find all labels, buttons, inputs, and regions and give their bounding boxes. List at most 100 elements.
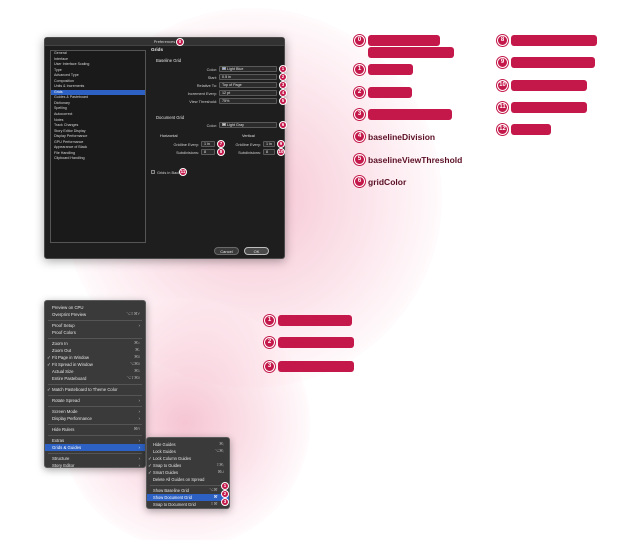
badge-11: 11 <box>179 168 187 176</box>
menu-proof-setup[interactable]: Proof Setup › <box>45 322 145 329</box>
h-gridline-field[interactable]: 1 in <box>201 141 215 147</box>
menu-separator <box>48 394 142 396</box>
menu-fit-spread[interactable]: ✓ Fit Spread in Window ⌥⌘0 <box>45 361 145 368</box>
menu-legend-item-2: 2 <box>264 337 354 348</box>
submenu-show-baseline-grid[interactable]: Show Baseline Grid ⌥⌘' <box>147 487 229 494</box>
baseline-threshold-label: View Threshold: <box>189 99 217 104</box>
menu-match-pasteboard[interactable]: ✓ Match Pasteboard to Theme Color <box>45 386 145 393</box>
dialog-titlebar: Preferences <box>45 38 284 46</box>
h-subdiv-label: Subdivisions: <box>176 150 199 155</box>
grids-pane: Grids Baseline Grid Color: Light Blue 1 … <box>151 47 287 255</box>
baseline-threshold-field[interactable]: 75% <box>219 98 277 104</box>
badge-7: 7 <box>217 140 225 148</box>
menu-rotate-spread[interactable]: Rotate Spread › <box>45 397 145 404</box>
baseline-start-field[interactable]: 0.5 in <box>219 74 277 80</box>
baseline-color-label: Color: <box>206 67 217 72</box>
badge-menu-3: 3 <box>221 498 229 506</box>
category-clipboard[interactable]: Clipboard Handling <box>51 156 145 162</box>
menu-hide-rulers[interactable]: Hide Rulers ⌘R <box>45 426 145 433</box>
baseline-relative-dropdown[interactable]: Top of Page <box>219 82 277 88</box>
baseline-color-dropdown[interactable]: Light Blue <box>219 66 277 72</box>
baseline-grid-heading: Baseline Grid <box>156 58 182 63</box>
legend-item-0b <box>354 47 454 58</box>
legend-label-bar <box>278 361 354 372</box>
v-gridline-field[interactable]: 1 in <box>263 141 275 147</box>
submenu-hide-guides[interactable]: Hide Guides ⌘; <box>147 441 229 448</box>
menu-separator <box>48 383 142 385</box>
submenu-lock-column-guides[interactable]: ✓ Lock Column Guides <box>147 455 229 462</box>
legend-item-11: 12 <box>497 124 551 135</box>
menu-zoom-in[interactable]: Zoom In ⌘= <box>45 340 145 347</box>
menu-legend-badge-3: 3 <box>264 361 275 372</box>
menu-separator <box>48 405 142 407</box>
document-color-label: Color: <box>206 123 217 128</box>
horizontal-heading: Horizontal <box>160 133 178 138</box>
legend-badge-6: 6 <box>354 176 365 187</box>
legend-label-bar <box>278 337 354 348</box>
baseline-increment-label: Increment Every: <box>187 91 217 96</box>
submenu-delete-guides[interactable]: Delete All Guides on Spread <box>147 476 229 483</box>
badge-4: 4 <box>279 89 287 97</box>
document-color-dropdown[interactable]: Light Gray <box>219 122 277 128</box>
legend-label-bar <box>511 80 587 91</box>
checkmark-icon: ✓ <box>47 387 51 392</box>
menu-separator <box>48 452 142 454</box>
menu-preview-cpu[interactable]: Preview on CPU <box>45 304 145 311</box>
baseline-relative-label: Relative To: <box>196 83 217 88</box>
h-subdiv-field[interactable]: 8 <box>201 149 215 155</box>
submenu-snap-document-grid[interactable]: Snap to Document Grid ⇧⌘' <box>147 501 229 508</box>
badge-3: 3 <box>279 81 287 89</box>
category-list: General Interface User Interface Scaling… <box>50 50 146 243</box>
menu-overprint-preview[interactable]: Overprint Preview ⌥⇧⌘Y <box>45 311 145 318</box>
menu-structure[interactable]: Structure › <box>45 455 145 462</box>
menu-zoom-out[interactable]: Zoom Out ⌘- <box>45 347 145 354</box>
legend-badge-7: 8 <box>497 35 508 46</box>
legend-item-5: 5 baselineViewThreshold <box>354 154 462 165</box>
preferences-dialog: Preferences 0 General Interface User Int… <box>44 37 287 259</box>
v-subdiv-field[interactable]: 8 <box>263 149 275 155</box>
chevron-right-icon: › <box>138 323 141 328</box>
badge-1: 1 <box>279 65 287 73</box>
legend-label-bar <box>278 315 352 326</box>
legend-badge-0: 0 <box>354 35 365 46</box>
legend-badge-8: 9 <box>497 57 508 68</box>
menu-display-performance[interactable]: Display Performance › <box>45 415 145 422</box>
menu-screen-mode[interactable]: Screen Mode › <box>45 408 145 415</box>
menu-story-editor[interactable]: Story Editor › <box>45 462 145 469</box>
menu-proof-colors[interactable]: Proof Colors <box>45 329 145 336</box>
legend-label-bar <box>511 57 595 68</box>
submenu-lock-guides[interactable]: Lock Guides ⌥⌘; <box>147 448 229 455</box>
legend-label-bar <box>368 64 413 75</box>
legend-badge-3: 3 <box>354 109 365 120</box>
submenu-smart-guides[interactable]: ✓ Smart Guides ⌘U <box>147 469 229 476</box>
light-blue-swatch <box>222 67 226 70</box>
legend-item-8: 9 <box>497 57 595 68</box>
h-gridline-label: Gridline Every: <box>173 142 199 147</box>
badge-0: 0 <box>176 38 184 46</box>
menu-extras[interactable]: Extras › <box>45 437 145 444</box>
checkmark-icon: ✓ <box>47 355 51 360</box>
grids-in-back-checkbox[interactable] <box>151 170 155 174</box>
chevron-right-icon: › <box>138 438 141 443</box>
legend-label-bar <box>368 87 412 98</box>
baseline-increment-field[interactable]: 12 pt <box>219 90 277 96</box>
menu-entire-pasteboard[interactable]: Entire Pasteboard ⌥⇧⌘0 <box>45 375 145 382</box>
legend-item-6: 6 gridColor <box>354 176 406 187</box>
ok-button[interactable]: OK <box>244 247 269 255</box>
section-title: Grids <box>151 47 163 52</box>
badge-5: 5 <box>279 97 287 105</box>
menu-grids-guides[interactable]: Grids & Guides › <box>45 444 145 451</box>
legend-item-1: 1 <box>354 64 413 75</box>
legend-label-bar <box>511 102 587 113</box>
legend-item-2: 2 <box>354 87 412 98</box>
checkmark-icon: ✓ <box>47 362 51 367</box>
cancel-button[interactable]: Cancel <box>214 247 239 255</box>
chevron-right-icon: › <box>138 398 141 403</box>
menu-actual-size[interactable]: Actual Size ⌘1 <box>45 368 145 375</box>
menu-fit-page[interactable]: ✓ Fit Page in Window ⌘0 <box>45 354 145 361</box>
submenu-show-document-grid[interactable]: Show Document Grid ⌘' <box>147 494 229 501</box>
menu-legend-item-1: 1 <box>264 315 352 326</box>
menu-separator <box>48 319 142 321</box>
submenu-snap-guides[interactable]: ✓ Snap to Guides ⇧⌘; <box>147 462 229 469</box>
grids-guides-submenu: Hide Guides ⌘; Lock Guides ⌥⌘; ✓ Lock Colum… <box>146 437 230 509</box>
